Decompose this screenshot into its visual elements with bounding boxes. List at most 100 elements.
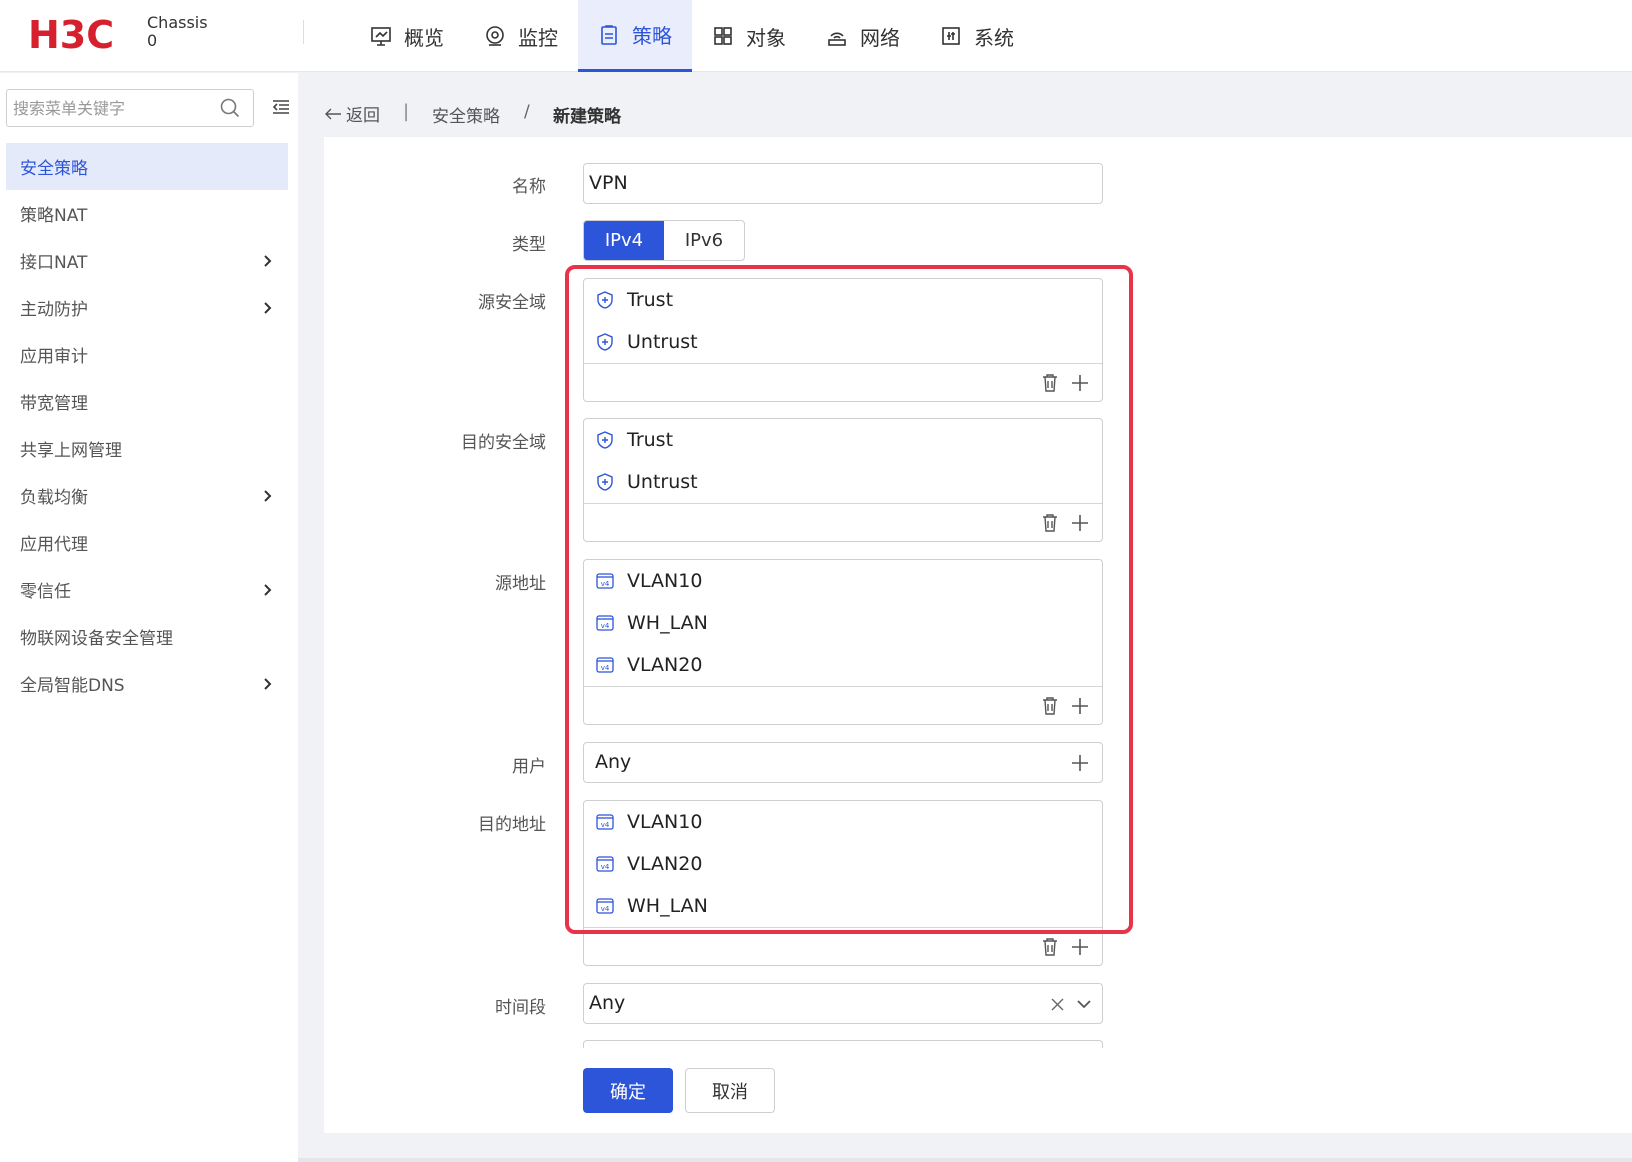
sidebar-item-global-dns[interactable]: 全局智能DNS (6, 660, 288, 707)
trash-icon[interactable] (1041, 696, 1059, 716)
user-input[interactable]: Any (583, 742, 1103, 783)
list-item[interactable]: Untrust (584, 321, 1102, 363)
chevron-down-icon[interactable] (1076, 998, 1092, 1010)
plus-icon[interactable] (1070, 373, 1090, 393)
src-zone-label: 源安全域 (478, 293, 546, 313)
name-input[interactable]: VPN (583, 163, 1103, 204)
confirm-button[interactable]: 确定 (583, 1068, 673, 1113)
dst-zone-label: 目的安全域 (461, 433, 546, 453)
name-value: VPN (589, 172, 628, 194)
breadcrumb-current: 新建策略 (553, 107, 621, 127)
sidebar-item-bandwidth[interactable]: 带宽管理 (6, 378, 288, 425)
list-item[interactable]: Untrust (584, 461, 1102, 503)
nav-overview[interactable]: 概览 (350, 0, 464, 72)
ipv4-address-icon: v4 (596, 657, 614, 673)
sidebar-item-label: 零信任 (20, 582, 71, 602)
trash-icon[interactable] (1041, 373, 1059, 393)
list-item[interactable]: v4 VLAN10 (584, 801, 1102, 843)
plus-icon[interactable] (1070, 753, 1090, 773)
clear-icon[interactable] (1051, 998, 1064, 1011)
sidebar-item-zero-trust[interactable]: 零信任 (6, 566, 288, 613)
time-range-select[interactable]: Any (583, 983, 1103, 1024)
nav-label: 对象 (746, 25, 786, 50)
nav-system[interactable]: 系统 (920, 0, 1034, 72)
list-item[interactable]: v4 VLAN20 (584, 644, 1102, 686)
list-item-label: VLAN10 (627, 811, 703, 833)
sidebar-item-security-policy[interactable]: 安全策略 (6, 143, 288, 190)
cancel-button[interactable]: 取消 (685, 1068, 775, 1113)
search-icon[interactable] (219, 97, 241, 119)
ipv4-address-icon: v4 (596, 856, 614, 872)
breadcrumb-separator: / (524, 102, 530, 122)
nav-policy[interactable]: 策略 (578, 0, 692, 72)
next-field-partial (583, 1040, 1103, 1048)
sidebar-item-interface-nat[interactable]: 接口NAT (6, 237, 288, 284)
list-item-label: Untrust (627, 471, 698, 493)
breadcrumb-section[interactable]: 安全策略 (432, 102, 500, 127)
sidebar-item-load-balance[interactable]: 负载均衡 (6, 472, 288, 519)
type-toggle: IPv4 IPv6 (583, 220, 745, 261)
list-item[interactable]: v4 WH_LAN (584, 602, 1102, 644)
collapse-sidebar-icon[interactable] (271, 97, 291, 117)
src-addr-label: 源地址 (495, 574, 546, 594)
h3c-logo[interactable]: H3C (28, 14, 140, 54)
chevron-right-icon (264, 489, 272, 502)
list-item[interactable]: v4 VLAN20 (584, 843, 1102, 885)
list-item[interactable]: v4 WH_LAN (584, 885, 1102, 927)
sidebar-item-policy-nat[interactable]: 策略NAT (6, 190, 288, 237)
src-addr-list[interactable]: v4 VLAN10 v4 WH_LAN v4 VLAN20 (583, 559, 1103, 725)
dst-addr-list[interactable]: v4 VLAN10 v4 VLAN20 v4 WH_LAN (583, 800, 1103, 966)
sidebar-item-iot-security[interactable]: 物联网设备安全管理 (6, 613, 288, 660)
type-label: 类型 (512, 235, 546, 255)
sidebar-item-app-audit[interactable]: 应用审计 (6, 331, 288, 378)
bottom-strip (298, 1158, 1632, 1162)
list-item[interactable]: Trust (584, 419, 1102, 461)
list-footer (584, 927, 1102, 966)
type-ipv4-option[interactable]: IPv4 (584, 221, 664, 260)
plus-icon[interactable] (1070, 937, 1090, 957)
sidebar-item-app-proxy[interactable]: 应用代理 (6, 519, 288, 566)
user-value: Any (595, 751, 632, 773)
sidebar-item-shared-access[interactable]: 共享上网管理 (6, 425, 288, 472)
list-item[interactable]: Trust (584, 279, 1102, 321)
user-label: 用户 (512, 757, 546, 777)
time-range-value: Any (589, 992, 626, 1014)
chassis-label: Chassis (147, 13, 208, 32)
policy-icon (601, 24, 617, 45)
sidebar-item-label: 全局智能DNS (20, 676, 125, 696)
sidebar-menu: 安全策略 策略NAT 接口NAT 主动防护 应用审计 带宽管理 共享上网管理 负… (6, 143, 288, 707)
menu-search (6, 89, 254, 127)
overview-icon (371, 27, 391, 46)
sidebar-item-label: 策略NAT (20, 206, 88, 226)
nav-network[interactable]: 网络 (806, 0, 920, 72)
list-item-label: VLAN20 (627, 654, 703, 676)
sidebar-item-active-defense[interactable]: 主动防护 (6, 284, 288, 331)
divider (303, 20, 304, 44)
dst-zone-list[interactable]: Trust Untrust (583, 418, 1103, 542)
shield-icon (597, 333, 613, 351)
list-item-label: VLAN20 (627, 853, 703, 875)
trash-icon[interactable] (1041, 513, 1059, 533)
svg-text:v4: v4 (601, 905, 610, 913)
system-icon (942, 27, 960, 45)
menu-search-input[interactable] (7, 98, 217, 118)
sidebar-item-label: 应用代理 (20, 535, 88, 555)
ipv4-address-icon: v4 (596, 898, 614, 914)
sidebar-item-label: 共享上网管理 (20, 441, 122, 461)
list-footer (584, 686, 1102, 725)
back-label: 返回 (346, 106, 380, 126)
nav-object[interactable]: 对象 (692, 0, 806, 72)
sidebar-item-label: 接口NAT (20, 253, 88, 273)
ipv4-address-icon: v4 (596, 573, 614, 589)
nav-monitor[interactable]: 监控 (464, 0, 578, 72)
list-item-label: Trust (627, 429, 674, 451)
time-range-label: 时间段 (495, 998, 546, 1018)
chassis-info: Chassis 0 (147, 14, 208, 50)
list-item[interactable]: v4 VLAN10 (584, 560, 1102, 602)
type-ipv6-option[interactable]: IPv6 (664, 221, 744, 260)
trash-icon[interactable] (1041, 937, 1059, 957)
plus-icon[interactable] (1070, 696, 1090, 716)
back-button[interactable]: 返回 (324, 101, 380, 126)
plus-icon[interactable] (1070, 513, 1090, 533)
src-zone-list[interactable]: Trust Untrust (583, 278, 1103, 402)
